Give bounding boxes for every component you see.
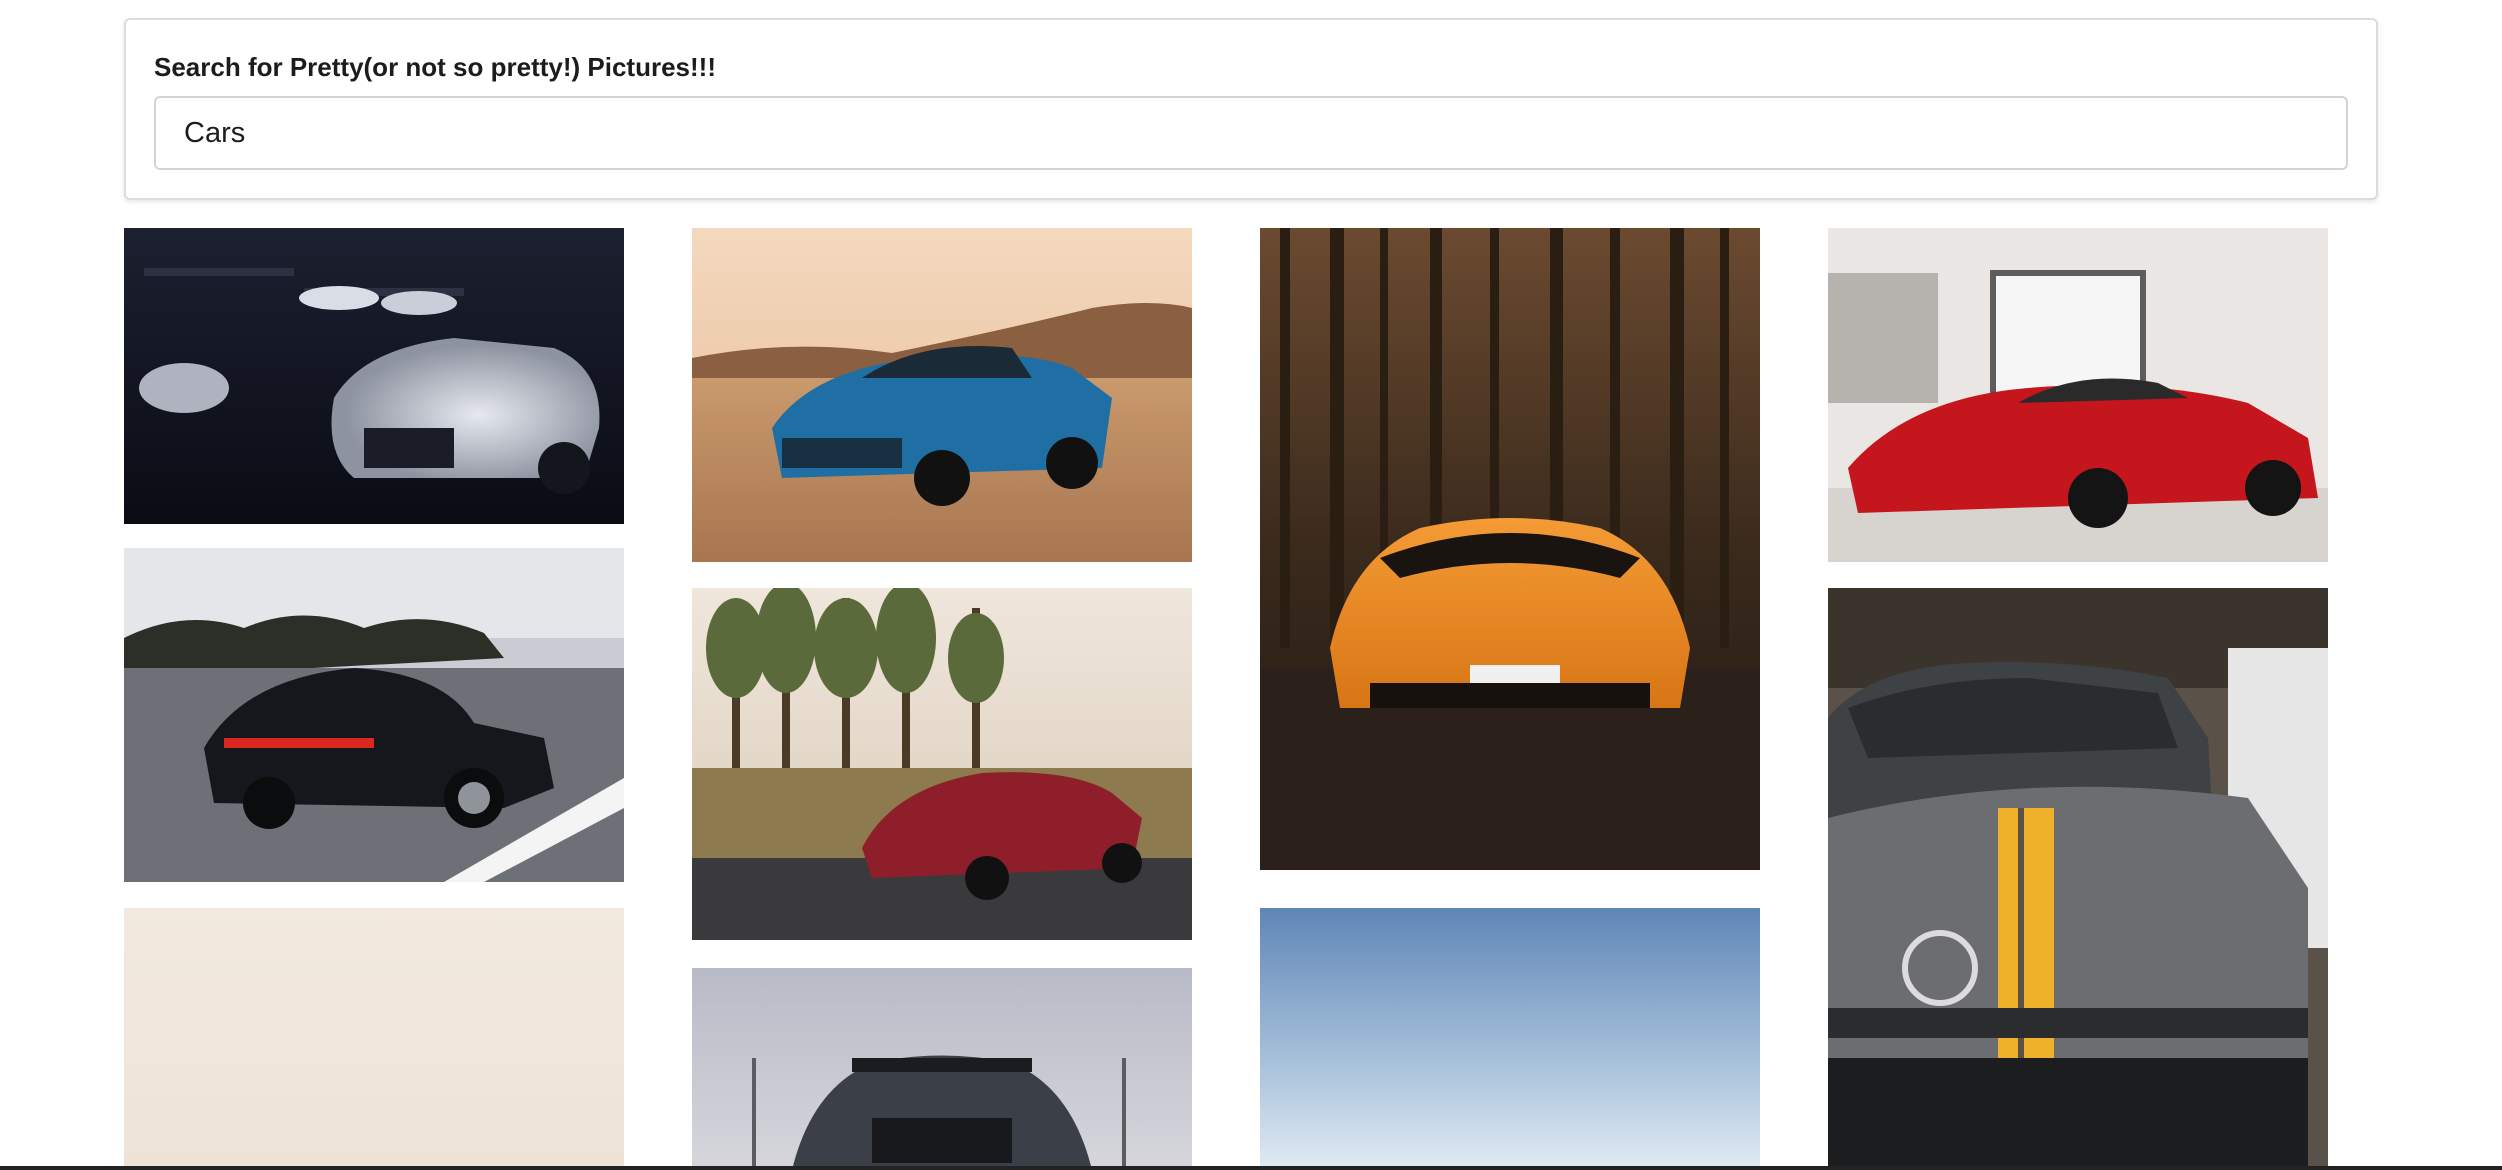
grey-mercedes-amg-yellow-stripe-photo xyxy=(1828,588,2328,1170)
blue-camaro-in-desert-photo xyxy=(692,228,1192,562)
beige-minimal-photo xyxy=(124,908,624,1170)
search-input[interactable] xyxy=(154,96,2348,170)
photo-red-mercedes-amg-gt[interactable] xyxy=(692,588,1192,940)
photo-orange-lamborghini[interactable] xyxy=(1260,228,1760,870)
photo-grey-mustang[interactable] xyxy=(692,968,1192,1170)
photo-beige[interactable] xyxy=(124,908,624,1170)
white-camaro-in-dark-garage-photo xyxy=(124,228,624,524)
photo-grey-mercedes-amg[interactable] xyxy=(1828,588,2328,1170)
black-porsche-on-highway-photo xyxy=(124,548,624,882)
grey-mustang-steeda-photo xyxy=(692,968,1192,1170)
photo-blue-camaro[interactable] xyxy=(692,228,1192,562)
blue-sky-photo xyxy=(1260,908,1760,1170)
photo-black-porsche[interactable] xyxy=(124,548,624,882)
page: Search for Pretty(or not so pretty!) Pic… xyxy=(0,0,2502,1170)
photo-red-ferrari[interactable] xyxy=(1828,228,2328,562)
search-label: Search for Pretty(or not so pretty!) Pic… xyxy=(154,52,716,82)
photo-blue-sky[interactable] xyxy=(1260,908,1760,1170)
orange-lamborghini-in-forest-photo xyxy=(1260,228,1760,870)
photo-white-camaro[interactable] xyxy=(124,228,624,524)
red-ferrari-in-showroom-photo xyxy=(1828,228,2328,562)
window-bottom-edge xyxy=(0,1166,2502,1170)
red-mercedes-amg-gt-by-forest-photo xyxy=(692,588,1192,940)
search-card: Search for Pretty(or not so pretty!) Pic… xyxy=(124,18,2378,200)
